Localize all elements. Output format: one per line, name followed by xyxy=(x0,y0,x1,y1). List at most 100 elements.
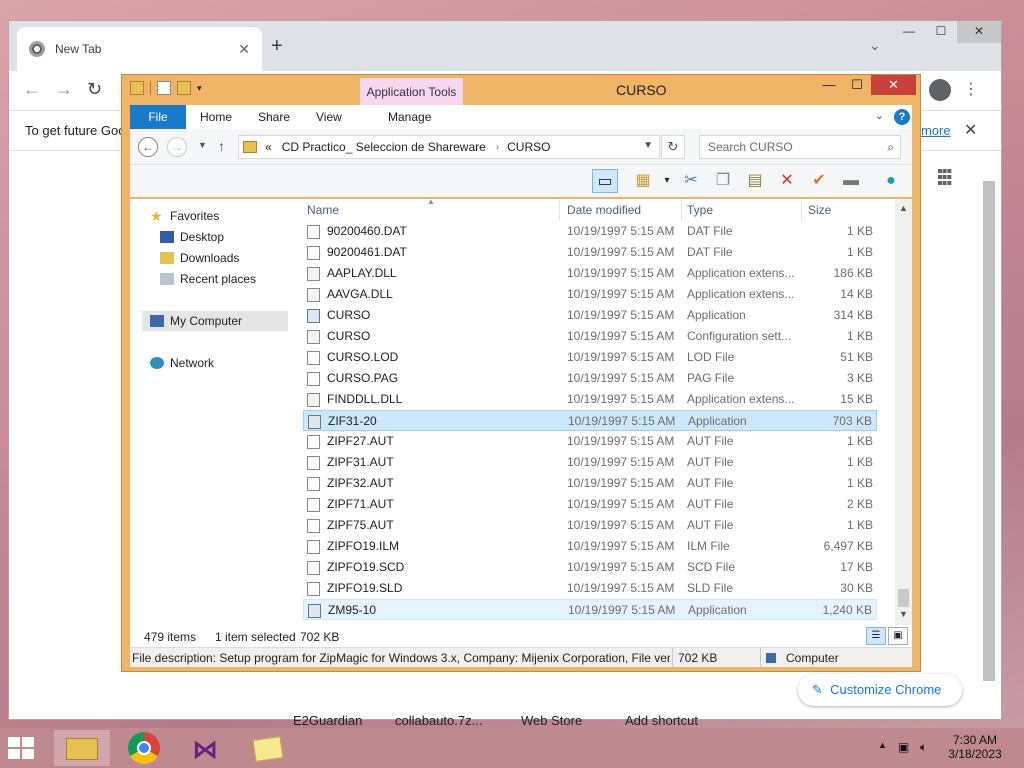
scroll-down-icon[interactable]: ▼ xyxy=(899,609,908,619)
taskbar-visual-studio[interactable]: ⋈ xyxy=(178,730,234,766)
chrome-scrollbar-thumb[interactable] xyxy=(983,181,995,681)
volume-icon[interactable]: 🔈︎ xyxy=(920,740,927,755)
search-input[interactable]: Search CURSO ⌕ xyxy=(699,135,901,159)
profile-avatar-icon[interactable] xyxy=(929,79,951,101)
search-icon[interactable]: ⌕ xyxy=(887,136,894,158)
forward-arrow-icon[interactable]: → xyxy=(55,79,73,100)
scrollbar-thumb[interactable] xyxy=(898,589,909,607)
rename-icon[interactable]: ▬ xyxy=(838,169,864,193)
nav-desktop[interactable]: Desktop xyxy=(160,227,224,247)
file-row[interactable]: ZIPF71.AUT 10/19/1997 5:15 AM AUT File 2 KB xyxy=(303,494,877,515)
file-row[interactable]: 90200460.DAT 10/19/1997 5:15 AM DAT File 1 … xyxy=(303,221,877,242)
move-to-icon[interactable]: ▦ xyxy=(630,169,656,193)
kebab-menu-icon[interactable]: ⋮ xyxy=(963,79,979,99)
tab-home[interactable]: Home xyxy=(200,105,232,129)
file-row[interactable]: CURSO 10/19/1997 5:15 AM Application 314 KB xyxy=(303,305,877,326)
file-row[interactable]: 90200461.DAT 10/19/1997 5:15 AM DAT File 1 … xyxy=(303,242,877,263)
chrome-tab-new-tab[interactable]: New Tab ✕ xyxy=(17,27,262,71)
delete-icon[interactable]: ✕ xyxy=(774,169,800,193)
column-size[interactable]: Size xyxy=(808,203,831,217)
move-to-dropdown-icon[interactable]: ▾ xyxy=(654,169,680,193)
copy-icon[interactable]: ❐ xyxy=(710,169,736,193)
file-row[interactable]: ZIPFO19.SLD 10/19/1997 5:15 AM SLD File 30 … xyxy=(303,578,877,599)
scroll-up-icon[interactable]: ▲ xyxy=(899,203,908,213)
reload-icon[interactable]: ↻ xyxy=(87,79,102,100)
back-button[interactable]: ← xyxy=(138,137,158,157)
preview-pane-icon[interactable]: ▭ xyxy=(592,169,618,193)
qat-dropdown-icon[interactable]: ▾ xyxy=(197,83,202,94)
details-view-icon[interactable]: ☰ xyxy=(866,627,886,645)
start-button[interactable] xyxy=(8,737,36,759)
customize-chrome-button[interactable]: ✎ Customize Chrome xyxy=(798,674,962,706)
explorer-titlebar[interactable]: ▾ Application Tools CURSO — ☐ ✕ xyxy=(122,75,920,105)
file-row[interactable]: ZIF31-20 10/19/1997 5:15 AM Application 703… xyxy=(303,410,877,431)
infobar-close-icon[interactable]: ✕ xyxy=(964,120,977,140)
large-icons-view-icon[interactable]: ▣ xyxy=(888,627,908,645)
add-shortcut-tile[interactable]: Add shortcut xyxy=(625,713,698,728)
file-row[interactable]: ZM95-10 10/19/1997 5:15 AM Application 1,24… xyxy=(303,599,877,620)
tab-search-chevron-icon[interactable]: ⌄ xyxy=(869,37,881,54)
explorer-close-button[interactable]: ✕ xyxy=(871,75,916,95)
tab-manage[interactable]: Manage xyxy=(388,105,432,129)
file-row[interactable]: AAVGA.DLL 10/19/1997 5:15 AM Application e… xyxy=(303,284,877,305)
file-row[interactable]: ZIPFO19.ILM 10/19/1997 5:15 AM ILM File 6,4… xyxy=(303,536,877,557)
file-row[interactable]: CURSO.LOD 10/19/1997 5:15 AM LOD File 51 KB xyxy=(303,347,877,368)
show-hidden-icons-icon[interactable]: ▲ xyxy=(878,740,887,750)
network-status-icon[interactable]: ▣ xyxy=(898,740,909,754)
file-list-scrollbar[interactable]: ▲ ▼ xyxy=(895,199,912,625)
tab-share[interactable]: Share xyxy=(258,105,290,129)
taskbar-file-explorer[interactable] xyxy=(54,730,110,766)
breadcrumb-item[interactable]: CD Practico_ Seleccion de Shareware xyxy=(282,140,486,154)
up-arrow-icon[interactable]: ↑ xyxy=(218,138,225,154)
column-divider[interactable] xyxy=(559,199,560,221)
infobar-learn-more-link[interactable]: more xyxy=(921,123,951,138)
taskbar-chrome[interactable] xyxy=(116,730,172,766)
forward-button[interactable]: → xyxy=(167,137,187,157)
file-row[interactable]: ZIPF27.AUT 10/19/1997 5:15 AM AUT File 1 KB xyxy=(303,431,877,452)
breadcrumb-overflow[interactable]: « xyxy=(265,140,272,154)
breadcrumb-separator-icon[interactable]: › xyxy=(496,142,499,153)
file-row[interactable]: CURSO.PAG 10/19/1997 5:15 AM PAG File 3 KB xyxy=(303,368,877,389)
nav-downloads[interactable]: Downloads xyxy=(160,248,239,268)
column-type[interactable]: Type xyxy=(687,203,713,217)
file-row[interactable]: ZIPF32.AUT 10/19/1997 5:15 AM AUT File 1 KB xyxy=(303,473,877,494)
new-tab-button[interactable]: + xyxy=(271,35,283,58)
back-arrow-icon[interactable]: ← xyxy=(23,79,41,100)
recent-locations-dropdown-icon[interactable]: ▼ xyxy=(198,140,207,150)
file-row[interactable]: ZIPF75.AUT 10/19/1997 5:15 AM AUT File 1 KB xyxy=(303,515,877,536)
shortcut-tile[interactable]: E2Guardian xyxy=(293,713,362,728)
column-name[interactable]: Name xyxy=(307,203,339,217)
nav-network[interactable]: Network xyxy=(150,353,214,373)
column-divider[interactable] xyxy=(681,199,682,221)
properties-icon[interactable] xyxy=(157,81,171,95)
help-icon[interactable]: ? xyxy=(894,109,910,125)
apps-grid-icon[interactable]: ▪▪▪ ▪▪▪ ▪▪▪ xyxy=(937,164,952,192)
chrome-maximize-button[interactable]: ☐ xyxy=(925,21,957,43)
refresh-button[interactable]: ↻ xyxy=(661,135,685,159)
file-row[interactable]: AAPLAY.DLL 10/19/1997 5:15 AM Application … xyxy=(303,263,877,284)
explorer-minimize-button[interactable]: — xyxy=(815,75,843,95)
address-dropdown-icon[interactable]: ▼ xyxy=(643,140,653,151)
column-divider[interactable] xyxy=(801,199,802,221)
address-box[interactable]: « CD Practico_ Seleccion de Shareware › … xyxy=(238,135,660,159)
properties-check-icon[interactable]: ✔ xyxy=(806,169,832,193)
nav-my-computer[interactable]: My Computer xyxy=(142,311,288,331)
clock[interactable]: 7:30 AM 3/18/2023 xyxy=(940,733,1010,761)
chrome-scrollbar[interactable] xyxy=(983,161,995,716)
file-row[interactable]: CURSO 10/19/1997 5:15 AM Configuration set… xyxy=(303,326,877,347)
nav-recent-places[interactable]: Recent places xyxy=(160,269,256,289)
shortcut-tile[interactable]: Web Store xyxy=(521,713,582,728)
nav-favorites[interactable]: ★ Favorites xyxy=(150,206,219,226)
globe-icon[interactable]: ● xyxy=(878,169,904,193)
chrome-minimize-button[interactable]: — xyxy=(893,21,925,43)
file-row[interactable]: FINDDLL.DLL 10/19/1997 5:15 AM Application… xyxy=(303,389,877,410)
file-row[interactable]: ZIPFO19.SCD 10/19/1997 5:15 AM SCD File 17 … xyxy=(303,557,877,578)
chrome-close-button[interactable]: ✕ xyxy=(957,21,1001,43)
shortcut-tile[interactable]: collabauto.7z... xyxy=(395,713,482,728)
close-tab-icon[interactable]: ✕ xyxy=(238,41,250,58)
explorer-maximize-button[interactable]: ☐ xyxy=(843,75,871,95)
paste-icon[interactable]: ▤ xyxy=(742,169,768,193)
breadcrumb-item[interactable]: CURSO xyxy=(507,140,550,154)
ribbon-expand-chevron-icon[interactable]: ⌄ xyxy=(875,109,884,122)
taskbar-sticky-notes[interactable] xyxy=(240,730,296,766)
